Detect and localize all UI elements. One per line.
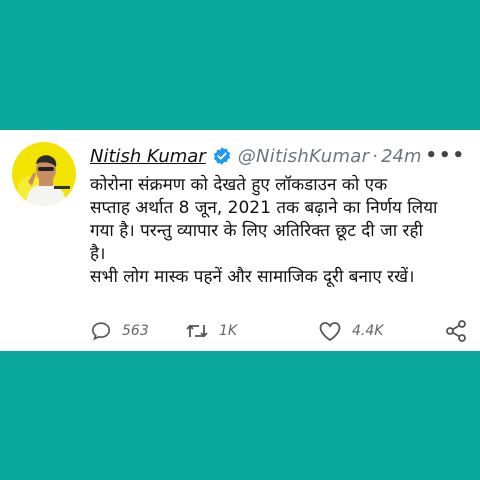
- like-icon: [319, 322, 341, 342]
- timestamp[interactable]: 24m: [381, 146, 421, 167]
- tweet-text-line: सप्ताह अर्थात 8 जून, 2021 तक बढ़ाने का न…: [90, 198, 438, 218]
- share-button[interactable]: [444, 319, 468, 343]
- avatar[interactable]: [12, 142, 76, 206]
- tweet-text-line: गया है। परन्तु व्यापार के लिए अतिरिक्त छ…: [90, 221, 423, 241]
- more-options-icon[interactable]: •••: [425, 147, 466, 165]
- reply-button[interactable]: 563: [90, 320, 185, 342]
- handle[interactable]: @NitishKumar: [238, 146, 370, 167]
- tweet-card: Nitish Kumar @NitishKumar · 24m ••• कोरो…: [0, 130, 480, 351]
- share-icon: [446, 320, 466, 342]
- retweet-count: 1K: [219, 323, 238, 339]
- reply-count: 563: [122, 323, 149, 339]
- like-button[interactable]: 4.4K: [318, 320, 428, 342]
- tweet-text-line: सभी लोग मास्क पहनें और सामाजिक दूरी बनाए…: [90, 267, 415, 287]
- like-count: 4.4K: [352, 323, 384, 339]
- tweet-text: कोरोना संक्रमण को देखते हुए लॉकडाउन को ए…: [90, 174, 470, 289]
- tweet-text-line: कोरोना संक्रमण को देखते हुए लॉकडाउन को ए…: [90, 175, 388, 195]
- retweet-button[interactable]: 1K: [185, 320, 280, 342]
- separator: ·: [372, 145, 379, 167]
- reply-icon: [91, 322, 111, 341]
- tweet-text-line: है।: [90, 244, 106, 264]
- tweet-actions: 563 1K 4.4K: [90, 317, 468, 345]
- tweet-header: Nitish Kumar @NitishKumar · 24m •••: [90, 143, 466, 169]
- display-name[interactable]: Nitish Kumar: [90, 146, 206, 167]
- verified-badge-icon: [213, 147, 230, 165]
- retweet-icon: [186, 324, 208, 338]
